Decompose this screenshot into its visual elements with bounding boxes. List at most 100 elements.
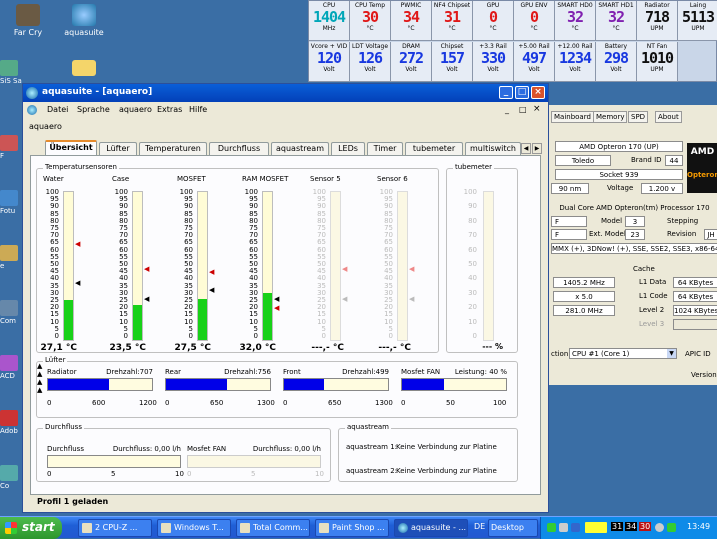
meter-unit: °C <box>571 25 579 32</box>
desktop-icon-side[interactable]: Adob <box>0 410 22 435</box>
desktop-icon-side[interactable]: F <box>0 135 22 160</box>
temperature-fill <box>198 299 207 340</box>
desktop-icon-label: ACD <box>0 372 15 380</box>
desktop-icon-side[interactable]: SiS Sa <box>0 60 22 85</box>
menu-aquaero[interactable]: aquaero <box>119 105 152 114</box>
cpuz-tab-mainboard[interactable]: Mainboard <box>551 111 594 123</box>
mdi-restore-button[interactable]: □ <box>519 105 527 114</box>
tab-temperaturen[interactable]: Temperaturen <box>139 142 207 155</box>
warning-marker: ◀ <box>274 295 280 303</box>
tab-scroll-right[interactable]: ▶ <box>532 143 542 154</box>
menu-sprache[interactable]: Sprache <box>77 105 110 114</box>
tubemeter-group: tubemeter 100 90 80 70 60 50 40 30 20 10 0 --- % <box>446 163 518 353</box>
meter-unit: Volt <box>528 66 540 73</box>
task-paint-shop[interactable]: Paint Shop ... <box>315 519 389 537</box>
tray-icon[interactable] <box>559 523 568 532</box>
tab-scroll-left[interactable]: ◀ <box>521 143 531 154</box>
flow-name: Mosfet FAN <box>187 445 227 453</box>
task-total-commander[interactable]: Total Comm... <box>236 519 310 537</box>
cpu-ext-family: F <box>551 229 587 240</box>
desktop-icon-folder[interactable] <box>56 60 112 78</box>
desktop-icon-aquasuite[interactable]: aquasuite <box>56 4 112 37</box>
tab-tubemeter[interactable]: tubemeter <box>405 142 463 155</box>
cpu-revision: JH <box>704 229 717 240</box>
aquasuite-window: aquasuite - [aquaero] _ □ × Datei Sprach… <box>22 83 549 513</box>
meter-value: 0 <box>529 8 539 26</box>
meter-smart-hd1: SMART HD1 32 °C <box>596 1 637 41</box>
tubemeter-scale-tick: 70 <box>468 231 477 240</box>
mdi-close-button[interactable]: × <box>533 104 541 114</box>
tray-icon[interactable] <box>667 523 676 532</box>
menu-hilfe[interactable]: Hilfe <box>189 105 207 114</box>
status-text: Profil 1 geladen <box>37 497 109 506</box>
cpuz-tab-about[interactable]: About <box>655 111 682 123</box>
desktop-icon-side[interactable]: ACD <box>0 355 22 380</box>
tab-l-fter[interactable]: Lüfter <box>99 142 137 155</box>
tray-icon[interactable] <box>547 523 556 532</box>
fans-group: Lüfter Radiator Drehzahl:707 ▲ 0 600 1200 Rear… <box>36 356 518 418</box>
sensor-name: Case <box>112 175 130 183</box>
cache-label: Cache <box>633 265 655 273</box>
maximize-button[interactable]: □ <box>515 86 529 99</box>
selection-label: ction <box>551 350 569 358</box>
tray-temp-1[interactable]: 31 <box>611 522 624 531</box>
tab-timer[interactable]: Timer <box>367 142 403 155</box>
fan-bar <box>165 378 271 391</box>
meter-value: 32 <box>607 8 625 26</box>
desktop-icon-side[interactable]: Co <box>0 465 22 490</box>
fan-reading: Drehzahl:499 <box>342 368 389 376</box>
tab--bersicht[interactable]: Übersicht <box>45 140 97 156</box>
desktop-icon-farcry[interactable]: Far Cry <box>0 4 56 37</box>
chevron-down-icon[interactable]: ▼ <box>667 349 676 358</box>
alarm-marker: ◀ <box>342 265 348 273</box>
desktop-icon-label: F <box>0 152 5 160</box>
cpuz-tab-spd[interactable]: SPD <box>628 111 649 123</box>
task-aquasuite[interactable]: aquasuite - ... <box>394 519 468 537</box>
fan-axis-tick: 0 <box>401 399 406 407</box>
meter-unit: °C <box>530 25 538 32</box>
task-windows-t[interactable]: Windows T... <box>157 519 231 537</box>
tab-multiswitch[interactable]: multiswitch <box>465 142 521 155</box>
tray-temp-3[interactable]: 30 <box>639 522 652 531</box>
cpuz-tab-memory[interactable]: Memory <box>593 111 628 123</box>
tubemeter-scale-tick: 50 <box>468 260 477 268</box>
title-bar[interactable]: aquasuite - [aquaero] _ □ × <box>23 84 548 102</box>
tray-icon[interactable] <box>655 523 664 532</box>
menu-app-icon[interactable] <box>27 105 37 115</box>
bus-speed: 281.0 MHz <box>553 305 615 316</box>
tab-aquastream[interactable]: aquastream <box>271 142 329 155</box>
menu-extras[interactable]: Extras <box>157 105 182 114</box>
task-desktop[interactable]: Desktop <box>488 519 538 537</box>
minimize-button[interactable]: _ <box>499 86 513 99</box>
meter-unit: °C <box>612 25 620 32</box>
tray-temp-2[interactable]: 34 <box>625 522 638 531</box>
meter-cpu: CPU 1404 MHz <box>309 1 350 41</box>
voltage-label: Voltage <box>607 184 634 192</box>
fan-bar-fill <box>48 379 110 390</box>
desktop-icon-side[interactable]: Com <box>0 300 22 325</box>
tray-icon[interactable] <box>585 522 607 533</box>
mdi-minimize-button[interactable]: _ <box>505 105 509 114</box>
temperature-bar <box>330 191 341 341</box>
language-indicator[interactable]: DE <box>474 522 485 531</box>
amd-logo: AMD Opteron <box>687 143 717 193</box>
menu-datei[interactable]: Datei <box>47 105 68 114</box>
fan-reading: Leistung: 40 % <box>454 368 507 376</box>
task-cpuz[interactable]: 2 CPU-Z ... <box>78 519 152 537</box>
start-button[interactable]: start <box>0 517 62 539</box>
total-commander-icon <box>240 523 250 533</box>
apic-label: APIC ID <box>685 350 711 358</box>
temperature-bar <box>63 191 74 341</box>
tab-leds[interactable]: LEDs <box>331 142 365 155</box>
meter-value: 126 <box>357 49 383 67</box>
tray-icon[interactable] <box>571 523 580 532</box>
tab-durchfluss[interactable]: Durchfluss <box>209 142 269 155</box>
task-label: aquasuite - ... <box>411 523 467 532</box>
meter-unit: Volt <box>405 66 417 73</box>
desktop-icon-side[interactable]: Fotu <box>0 190 22 215</box>
desktop-icon-side[interactable]: e <box>0 245 22 270</box>
close-button[interactable]: × <box>531 86 545 99</box>
cpu-technology: 90 nm <box>551 183 589 194</box>
tubemeter-scale-tick: 20 <box>468 303 477 312</box>
cpu-selection-dropdown[interactable]: CPU #1 (Core 1) <box>569 348 677 359</box>
